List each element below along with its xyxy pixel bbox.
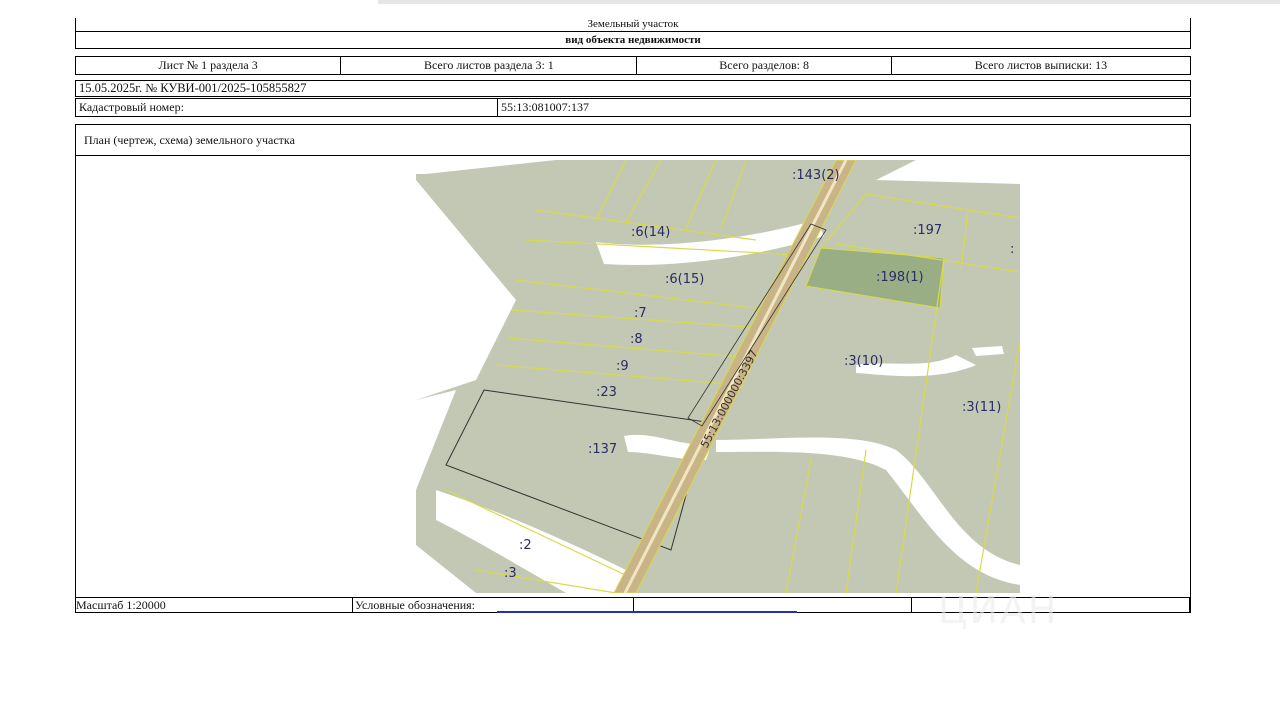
map-blank-corner (416, 160, 556, 174)
total-sections: Всего разделов: 8 (637, 57, 892, 74)
parcel-label: :3(10) (844, 354, 884, 369)
legend-boundary-line (497, 611, 797, 613)
total-section-sheets: Всего листов раздела 3: 1 (341, 57, 638, 74)
parcel-label: :197 (913, 223, 943, 238)
sheet-section: Лист № 1 раздела 3 (76, 57, 342, 74)
cadastral-row: Кадастровый номер: 55:13:081007:137 (75, 98, 1191, 117)
extract-date-number: 15.05.2025г. № КУВИ-001/2025-105855827 (75, 80, 1191, 97)
map-scale: Масштаб 1:20000 (76, 598, 353, 612)
parcel-label: :143(2) (792, 168, 840, 183)
parcel-label: :8 (630, 332, 643, 347)
watermark: ЦИАН (938, 588, 1059, 632)
parcel-label: :3(11) (962, 400, 1002, 415)
legend-cell (634, 598, 912, 612)
map-blank-left (416, 160, 516, 400)
parcel-label: :6(14) (631, 225, 671, 240)
map-blank-left-lower (416, 390, 456, 490)
parcel-label: :7 (634, 306, 647, 321)
river-patch (972, 346, 1004, 356)
parcel-label: : (1010, 242, 1015, 257)
object-type-subtitle: вид объекта недвижимости (75, 31, 1191, 49)
parcel-label: :137 (588, 442, 618, 457)
parcel-label: :2 (519, 538, 532, 553)
object-title: Земельный участок (75, 18, 1191, 32)
top-bar (378, 0, 1280, 4)
river-patch (716, 437, 1020, 585)
cadastral-map: 55:13:000000:3397 :143(2) :6(14) :197 :6… (416, 160, 1020, 593)
plan-label: План (чертеж, схема) земельного участка (75, 124, 1191, 156)
cadastral-label: Кадастровый номер: (76, 99, 498, 116)
map-blank-top-right (876, 160, 1020, 184)
parcel-label: :23 (596, 385, 617, 400)
parcel-label: :198(1) (876, 270, 924, 285)
legend-label: Условные обозначения: (353, 598, 634, 612)
parcel-label: :9 (616, 359, 629, 374)
total-extract-sheets: Всего листов выписки: 13 (974, 58, 1108, 72)
parcel-label: :3 (504, 566, 517, 581)
sheets-info-row: Лист № 1 раздела 3 Всего листов раздела … (75, 56, 1191, 75)
cadastral-number: 55:13:081007:137 (501, 100, 590, 114)
plan-area: 55:13:000000:3397 :143(2) :6(14) :197 :6… (75, 155, 1191, 598)
parcel-label: :6(15) (665, 272, 705, 287)
